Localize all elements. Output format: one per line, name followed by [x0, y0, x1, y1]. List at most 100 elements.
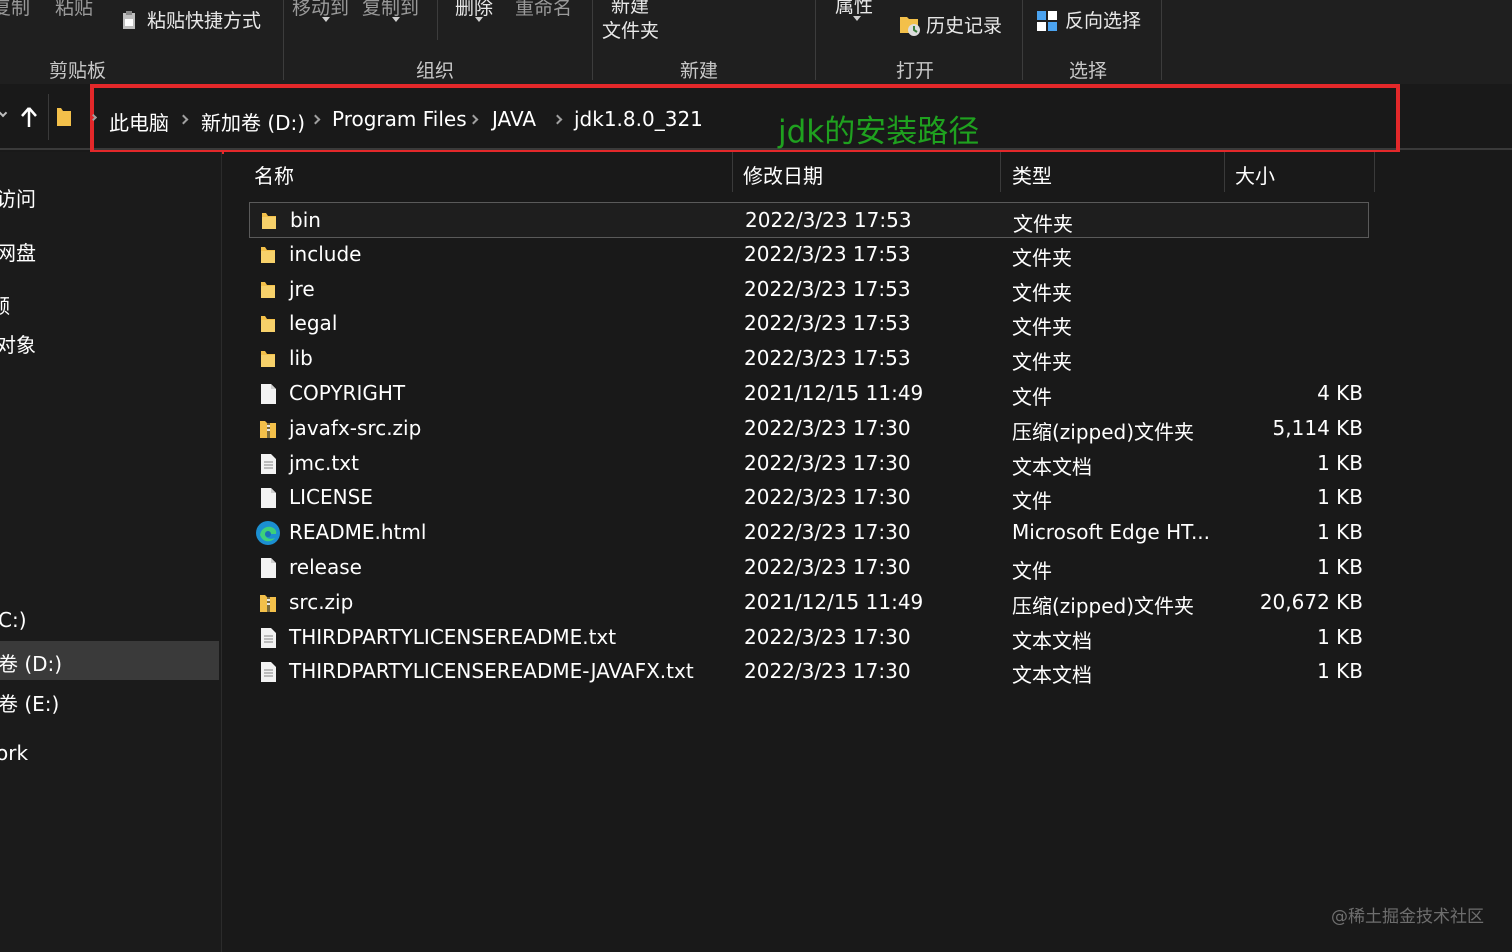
chevron-down-icon [853, 16, 861, 21]
chevron-right-icon[interactable] [552, 114, 563, 125]
file-date: 2021/12/15 11:49 [744, 381, 924, 405]
file-row[interactable]: COPYRIGHT 2021/12/15 11:49 文件 4 KB [249, 376, 1369, 412]
file-name: THIRDPARTYLICENSEREADME-JAVAFX.txt [289, 659, 694, 684]
nav-item-quick-access[interactable]: 访问 [0, 183, 36, 212]
file-row[interactable]: lib 2022/3/23 17:53 文件夹 [249, 341, 1369, 377]
chevron-right-icon[interactable] [468, 114, 479, 125]
file-row[interactable]: bin 2022/3/23 17:53 文件夹 [249, 202, 1369, 238]
up-arrow-icon[interactable] [20, 106, 38, 132]
new-folder-button-line2[interactable]: 文件夹 [602, 19, 659, 43]
rename-button[interactable]: 重命名 [515, 0, 572, 20]
text-file-icon [259, 662, 277, 683]
file-row[interactable]: THIRDPARTYLICENSEREADME.txt 2022/3/23 17:… [249, 620, 1369, 656]
nav-item-netdisk[interactable]: 网盘 [0, 237, 36, 266]
file-name: jmc.txt [289, 450, 359, 475]
file-name: bin [290, 208, 321, 232]
file-row[interactable]: legal 2022/3/23 17:53 文件夹 [249, 306, 1369, 342]
zip-icon [259, 419, 277, 439]
file-date: 2022/3/23 17:30 [744, 659, 911, 684]
move-to-button[interactable]: 移动到 [292, 0, 349, 20]
nav-item-3d-objects[interactable]: 对象 [0, 329, 36, 358]
breadcrumb-jdk[interactable]: jdk1.8.0_321 [574, 107, 703, 131]
folder-icon [56, 105, 72, 131]
breadcrumb-program-files[interactable]: Program Files [332, 107, 467, 131]
file-icon [259, 558, 277, 578]
address-bar[interactable]: 此电脑 新加卷 (D:) Program Files JAVA jdk1.8.0… [89, 84, 1400, 154]
file-size: 1 KB [1317, 485, 1363, 510]
folder-icon [259, 280, 277, 300]
file-type: 文件 [1012, 385, 1052, 409]
file-date: 2022/3/23 17:30 [744, 520, 911, 545]
file-row[interactable]: release 2022/3/23 17:30 文件 1 KB [249, 550, 1369, 586]
file-row[interactable]: src.zip 2021/12/15 11:49 压缩(zipped)文件夹 20,6… [249, 585, 1369, 621]
delete-button[interactable]: 删除 [455, 0, 493, 20]
column-header-date[interactable]: 修改日期 [743, 160, 823, 189]
column-divider[interactable] [1000, 152, 1001, 192]
column-header-name[interactable]: 名称 [254, 160, 294, 189]
file-date: 2022/3/23 17:53 [745, 208, 912, 232]
folder-icon [259, 349, 277, 369]
file-name: lib [289, 346, 313, 371]
file-size: 1 KB [1317, 624, 1363, 649]
chevron-down-icon[interactable] [0, 108, 8, 118]
nav-item-drive-d[interactable]: 卷 (D:) [0, 648, 62, 677]
history-button[interactable]: 历史记录 [926, 14, 1002, 38]
folder-icon [259, 245, 277, 265]
ribbon-divider [283, 0, 284, 80]
file-row[interactable]: include 2022/3/23 17:53 文件夹 [249, 237, 1369, 273]
chevron-right-icon[interactable] [310, 114, 321, 125]
breadcrumb-java[interactable]: JAVA [492, 107, 536, 131]
paste-button[interactable]: 粘贴 [55, 0, 93, 20]
new-folder-button-line1[interactable]: 新建 [611, 0, 649, 18]
invert-select-button[interactable]: 反向选择 [1065, 9, 1141, 33]
breadcrumb-this-pc[interactable]: 此电脑 [109, 107, 169, 136]
file-name: release [289, 555, 362, 579]
column-divider[interactable] [1224, 152, 1225, 192]
file-row[interactable]: jre 2022/3/23 17:53 文件夹 [249, 272, 1369, 308]
history-icon [898, 14, 922, 42]
nav-item-videos[interactable]: 频 [0, 290, 10, 319]
file-name: README.html [289, 520, 427, 545]
file-size: 1 KB [1317, 520, 1363, 545]
file-date: 2022/3/23 17:30 [744, 485, 911, 510]
file-name: COPYRIGHT [289, 381, 406, 405]
group-new-label: 新建 [680, 60, 719, 82]
file-list: 名称 修改日期 类型 大小 bin 2022/3/23 17:53 文件夹 inclu… [224, 152, 1512, 952]
file-type: 文件夹 [1013, 212, 1073, 236]
copy-to-button[interactable]: 复制到 [362, 0, 419, 20]
file-date: 2022/3/23 17:30 [744, 415, 911, 440]
chevron-down-icon [392, 17, 400, 22]
group-select-label: 选择 [1069, 60, 1108, 82]
file-name: jre [289, 276, 315, 301]
file-icon [259, 384, 277, 404]
column-divider[interactable] [1374, 152, 1375, 192]
file-date: 2021/12/15 11:49 [744, 589, 924, 614]
column-header-type[interactable]: 类型 [1012, 160, 1052, 189]
file-name: javafx-src.zip [289, 415, 422, 440]
nav-item-drive-c[interactable]: C:) [0, 608, 27, 632]
file-row[interactable]: LICENSE 2022/3/23 17:30 文件 1 KB [249, 480, 1369, 516]
file-icon [259, 488, 277, 509]
paste-shortcut-button[interactable]: 粘贴快捷方式 [147, 9, 261, 33]
chevron-right-icon[interactable] [178, 114, 189, 125]
file-date: 2022/3/23 17:53 [744, 346, 911, 371]
folder-icon [259, 314, 277, 334]
text-file-icon [259, 627, 277, 648]
file-row[interactable]: jmc.txt 2022/3/23 17:30 文本文档 1 KB [249, 446, 1369, 482]
file-row[interactable]: README.html 2022/3/23 17:30 Microsoft Edge… [249, 515, 1369, 551]
column-header-size[interactable]: 大小 [1235, 160, 1275, 189]
file-row[interactable]: javafx-src.zip 2022/3/23 17:30 压缩(zipped)文… [249, 411, 1369, 447]
file-date: 2022/3/23 17:30 [744, 450, 911, 475]
file-type: 压缩(zipped)文件夹 [1012, 593, 1195, 618]
group-clipboard-label: 剪贴板 [49, 60, 107, 82]
column-divider[interactable] [732, 152, 733, 192]
address-row: 此电脑 新加卷 (D:) Program Files JAVA jdk1.8.0… [0, 84, 1512, 154]
ribbon: 复制 粘贴 粘贴快捷方式 剪贴板 移动到 复制到 删除 重命名 组织 新建 文件… [0, 0, 1512, 84]
file-row[interactable]: THIRDPARTYLICENSEREADME-JAVAFX.txt 2022/3… [249, 654, 1369, 690]
file-size: 1 KB [1317, 659, 1363, 684]
nav-item-network[interactable]: ork [0, 741, 28, 765]
nav-item-drive-e[interactable]: 卷 (E:) [0, 688, 59, 717]
invert-select-icon [1036, 10, 1058, 36]
breadcrumb-drive-d[interactable]: 新加卷 (D:) [201, 107, 305, 136]
copy-path-button[interactable]: 复制 [0, 0, 30, 20]
